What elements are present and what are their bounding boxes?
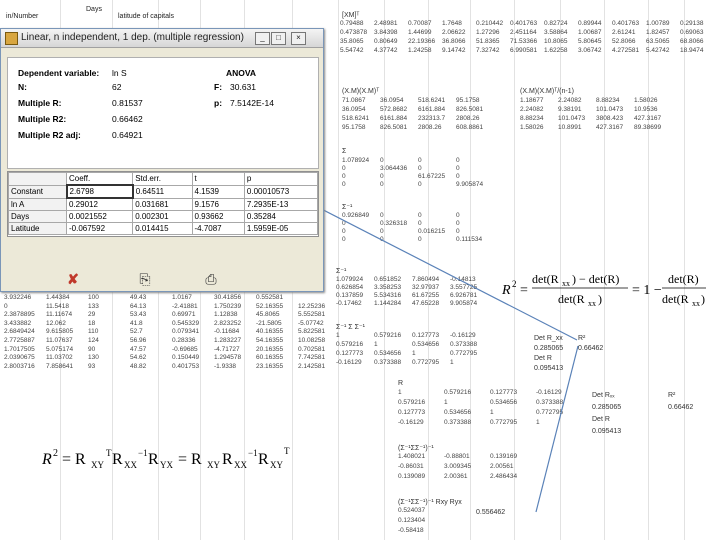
table-cell[interactable]: 1.5959E-05 <box>243 222 319 235</box>
multiple-r2-adj-value: 0.64921 <box>112 130 143 140</box>
dialog-toolbar: ✘ ⎘ ⎙ <box>1 265 323 291</box>
regression-dialog: Linear, n independent, 1 dep. (multiple … <box>0 28 324 292</box>
n-value: 62 <box>112 82 122 92</box>
table-cell[interactable]: 0.014415 <box>132 222 193 235</box>
table-row[interactable]: Days 0.0021552 0.002301 0.93662 0.35284 <box>8 210 319 223</box>
table-cell[interactable]: 0.64511 <box>132 184 193 199</box>
row-label: Latitude <box>8 222 67 235</box>
connector-line-result <box>535 345 579 513</box>
table-cell[interactable]: 4.1539 <box>191 184 245 199</box>
row-label: Days <box>8 210 67 223</box>
header-cell: Coeff. <box>65 172 134 186</box>
stats-pane: Dependent variable: ln S ANOVA N: 62 F: … <box>7 57 319 169</box>
dialog-title: Linear, n independent, 1 dep. (multiple … <box>21 32 244 43</box>
table-cell[interactable]: 0.29012 <box>65 197 134 211</box>
table-cell[interactable]: 0.031681 <box>132 197 193 211</box>
print-icon[interactable]: ⎙ <box>203 271 219 287</box>
anova-label: ANOVA <box>226 68 257 78</box>
maximize-button[interactable]: □ <box>271 32 286 45</box>
n-label: N: <box>18 82 27 92</box>
table-cell[interactable]: 0.35284 <box>243 210 319 223</box>
table-row[interactable]: ln A 0.29012 0.031681 9.1576 7.2935E-13 <box>8 197 319 211</box>
p-label: p: <box>214 98 223 108</box>
multiple-r2-label: Multiple R2: <box>18 114 67 124</box>
header-cell: p <box>243 172 319 186</box>
f-label: F: <box>214 82 223 92</box>
p-value: 7.5142E-14 <box>230 98 274 108</box>
table-cell[interactable]: 9.1576 <box>191 197 245 211</box>
app-icon <box>5 32 18 45</box>
f-value: 30.631 <box>230 82 256 92</box>
multiple-r2-adj-label: Multiple R2 adj: <box>18 130 81 140</box>
header-cell <box>8 172 67 186</box>
header-cell: Std.err. <box>132 172 193 186</box>
minimize-button[interactable]: _ <box>255 32 270 45</box>
row-label: ln A <box>8 197 67 211</box>
coefficients-table: Coeff. Std.err. t p Constant 2.6798 0.64… <box>7 171 319 237</box>
table-cell[interactable]: -0.067592 <box>65 222 134 235</box>
table-cell[interactable]: 0.00010573 <box>243 184 319 199</box>
dialog-titlebar[interactable]: Linear, n independent, 1 dep. (multiple … <box>1 29 323 48</box>
table-row[interactable]: Latitude -0.067592 0.014415 -4.7087 1.59… <box>8 222 319 235</box>
row-label: Constant <box>8 184 67 199</box>
table-cell[interactable]: 0.93662 <box>191 210 245 223</box>
table-cell[interactable]: -4.7087 <box>191 222 245 235</box>
table-header-row: Coeff. Std.err. t p <box>8 172 319 186</box>
multiple-r-value: 0.81537 <box>112 98 143 108</box>
multiple-r-label: Multiple R: <box>18 98 62 108</box>
table-cell[interactable]: 0.002301 <box>132 210 193 223</box>
delete-icon[interactable]: ✘ <box>65 271 81 287</box>
header-cell: t <box>191 172 245 186</box>
dep-var-value: ln S <box>112 68 127 78</box>
table-cell[interactable]: 2.6798 <box>65 184 134 199</box>
multiple-r2-value: 0.66462 <box>112 114 143 124</box>
table-cell[interactable]: 7.2935E-13 <box>243 197 319 211</box>
table-cell[interactable]: 0.0021552 <box>65 210 134 223</box>
dep-var-label: Dependent variable: <box>18 68 100 78</box>
copy-icon[interactable]: ⎘ <box>137 271 153 287</box>
close-button[interactable]: × <box>291 32 306 45</box>
table-row[interactable]: Constant 2.6798 0.64511 4.1539 0.0001057… <box>8 184 319 199</box>
